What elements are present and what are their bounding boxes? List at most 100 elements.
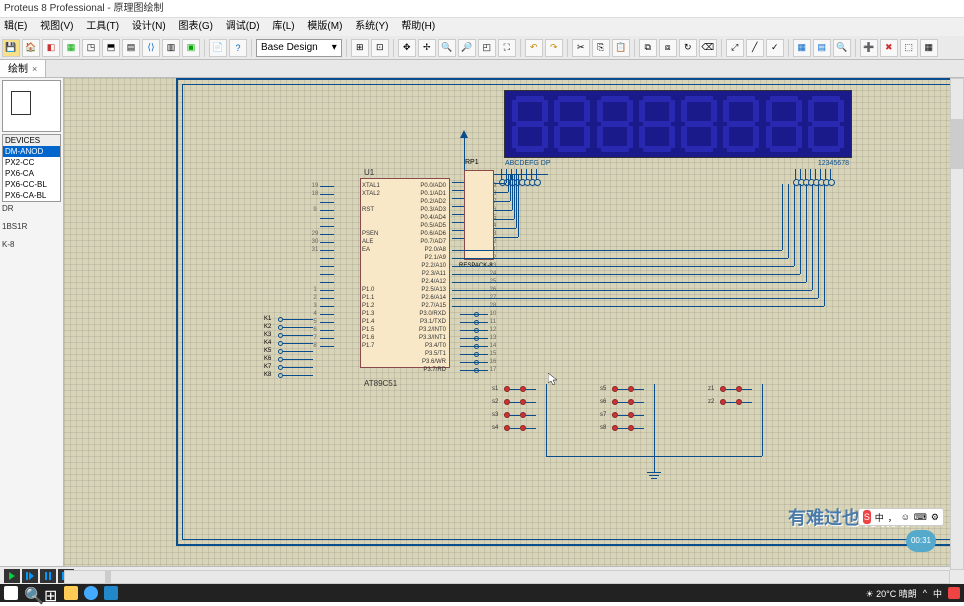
sim-pause-button[interactable] — [40, 569, 56, 583]
search-icon[interactable]: 🔍 — [24, 586, 38, 600]
scrollbar-horizontal[interactable] — [64, 570, 950, 584]
push-button[interactable]: s5 — [612, 384, 644, 394]
push-button[interactable]: s7 — [612, 410, 644, 420]
pcb-icon[interactable]: ▦ — [62, 39, 80, 57]
scrollbar-vertical[interactable] — [950, 78, 964, 570]
ime-keyboard-icon[interactable]: ⌨ — [914, 512, 927, 523]
ground-symbol[interactable] — [647, 472, 661, 479]
menu-template[interactable]: 模版(M) — [307, 21, 342, 32]
push-button[interactable]: s1 — [504, 384, 536, 394]
ime-bar[interactable]: S 中 ， ☺ ⌨ ⚙ — [858, 508, 944, 526]
ime-settings-icon[interactable]: ⚙ — [931, 512, 939, 523]
mouse-cursor — [548, 373, 558, 387]
weather-widget[interactable]: ☀ 20°C 晴朗 — [866, 587, 917, 600]
block-move-icon[interactable]: ⧈ — [659, 39, 677, 57]
netlist-icon[interactable]: ▦ — [793, 39, 811, 57]
help-icon[interactable]: ? — [229, 39, 247, 57]
db-icon[interactable]: ▥ — [162, 39, 180, 57]
save-icon[interactable]: 💾 — [2, 39, 20, 57]
sheet-icon[interactable]: 📄 — [209, 39, 227, 57]
pan-icon[interactable]: ✢ — [418, 39, 436, 57]
zoom-area-icon[interactable]: ◰ — [478, 39, 496, 57]
app-edge-icon[interactable] — [84, 586, 98, 600]
zoom-out-icon[interactable]: 🔎 — [458, 39, 476, 57]
component-resnet[interactable]: RP1 RESPACK-8 — [464, 170, 494, 260]
app-word-icon[interactable] — [104, 586, 118, 600]
push-button[interactable]: s3 — [504, 410, 536, 420]
menu-debug[interactable]: 调试(D) — [226, 21, 260, 32]
start-button[interactable] — [4, 586, 18, 600]
schematic-canvas[interactable]: U1 AT89C51 19XTAL118XTAL29RST29PSEN30ALE… — [64, 78, 964, 566]
redo-icon[interactable]: ↷ — [545, 39, 563, 57]
power-vcc[interactable] — [460, 130, 468, 138]
cut-icon[interactable]: ✂ — [572, 39, 590, 57]
del-sheet-icon[interactable]: ✖ — [880, 39, 898, 57]
block-copy-icon[interactable]: ⧉ — [639, 39, 657, 57]
menu-edit[interactable]: 辑(E) — [4, 21, 27, 32]
wire-icon[interactable]: ╱ — [746, 39, 764, 57]
menu-system[interactable]: 系统(Y) — [355, 21, 388, 32]
zoom-in-icon[interactable]: 🔍 — [438, 39, 456, 57]
device-item[interactable]: PX6-CC-BL — [3, 179, 60, 190]
undo-icon[interactable]: ↶ — [525, 39, 543, 57]
ime-punct-icon[interactable]: ， — [888, 511, 897, 524]
app-icon[interactable]: ▣ — [182, 39, 200, 57]
push-button[interactable]: s4 — [504, 423, 536, 433]
tray-chevron-icon[interactable]: ^ — [923, 588, 927, 598]
menu-bar: 辑(E) 视图(V) 工具(T) 设计(N) 图表(G) 调试(D) 库(L) … — [0, 18, 964, 36]
device-item[interactable]: DM-ANOD — [3, 146, 60, 157]
sidebar: DEVICES DM-ANOD PX2-CC PX6-CA PX6-CC-BL … — [0, 78, 64, 566]
schematic-icon[interactable]: ◧ — [42, 39, 60, 57]
push-button[interactable]: z1 — [720, 384, 752, 394]
more-icon[interactable]: ▦ — [920, 39, 938, 57]
tray-ime-icon[interactable]: 中 — [933, 587, 942, 600]
device-item[interactable]: PX6-CA — [3, 168, 60, 179]
time-bubble[interactable]: 00:31 — [906, 530, 936, 552]
copy-icon[interactable]: ⎘ — [592, 39, 610, 57]
sim-play-button[interactable] — [4, 569, 20, 583]
component-7seg-display[interactable]: ABCDEFG DP 12345678 — [504, 90, 852, 158]
task-view-icon[interactable]: ⊞ — [44, 586, 58, 600]
3d-icon[interactable]: ◳ — [82, 39, 100, 57]
home-icon[interactable]: 🏠 — [22, 39, 40, 57]
app-folder-icon[interactable] — [64, 586, 78, 600]
menu-chart[interactable]: 图表(G) — [178, 21, 212, 32]
hier-icon[interactable]: ⬚ — [900, 39, 918, 57]
menu-help[interactable]: 帮助(H) — [401, 21, 435, 32]
zoom-fit-icon[interactable]: ✥ — [398, 39, 416, 57]
code-icon[interactable]: ⟨⟩ — [142, 39, 160, 57]
push-button[interactable]: z2 — [720, 397, 752, 407]
tab-schematic[interactable]: 绘制× — [0, 60, 46, 77]
pick-icon[interactable]: ⤢ — [726, 39, 744, 57]
menu-library[interactable]: 库(L) — [272, 21, 294, 32]
device-item[interactable]: PX2-CC — [3, 157, 60, 168]
device-item[interactable]: PX6-CA-BL — [3, 190, 60, 201]
erc-icon[interactable]: ✓ — [766, 39, 784, 57]
block-delete-icon[interactable]: ⌫ — [699, 39, 717, 57]
design-variant-combo[interactable]: Base Design▾ — [256, 39, 342, 57]
push-button[interactable]: s8 — [612, 423, 644, 433]
document-tabs: 绘制× — [0, 60, 964, 78]
sim-step-button[interactable] — [22, 569, 38, 583]
grid-snap-icon[interactable]: ⊞ — [351, 39, 369, 57]
new-sheet-icon[interactable]: ➕ — [860, 39, 878, 57]
preview-pane — [2, 80, 61, 132]
menu-tools[interactable]: 工具(T) — [86, 21, 119, 32]
menu-view[interactable]: 视图(V) — [40, 21, 73, 32]
search-icon[interactable]: 🔍 — [833, 39, 851, 57]
paste-icon[interactable]: 📋 — [612, 39, 630, 57]
push-button[interactable]: s2 — [504, 397, 536, 407]
zoom-all-icon[interactable]: ⛶ — [498, 39, 516, 57]
ime-emoji-icon[interactable]: ☺ — [901, 512, 910, 522]
grid-dots-icon[interactable]: ⊡ — [371, 39, 389, 57]
bom-icon[interactable]: ▤ — [122, 39, 140, 57]
tab-close-icon[interactable]: × — [32, 64, 37, 74]
tray-sogou-icon[interactable] — [948, 587, 960, 599]
bom2-icon[interactable]: ▤ — [813, 39, 831, 57]
menu-design[interactable]: 设计(N) — [132, 21, 166, 32]
block-rotate-icon[interactable]: ↻ — [679, 39, 697, 57]
push-button[interactable]: s6 — [612, 397, 644, 407]
main-toolbar: 💾 🏠 ◧ ▦ ◳ ⬒ ▤ ⟨⟩ ▥ ▣ 📄 ? Base Design▾ ⊞ … — [0, 36, 964, 60]
gerber-icon[interactable]: ⬒ — [102, 39, 120, 57]
resnet-ref: RP1 — [465, 159, 479, 166]
